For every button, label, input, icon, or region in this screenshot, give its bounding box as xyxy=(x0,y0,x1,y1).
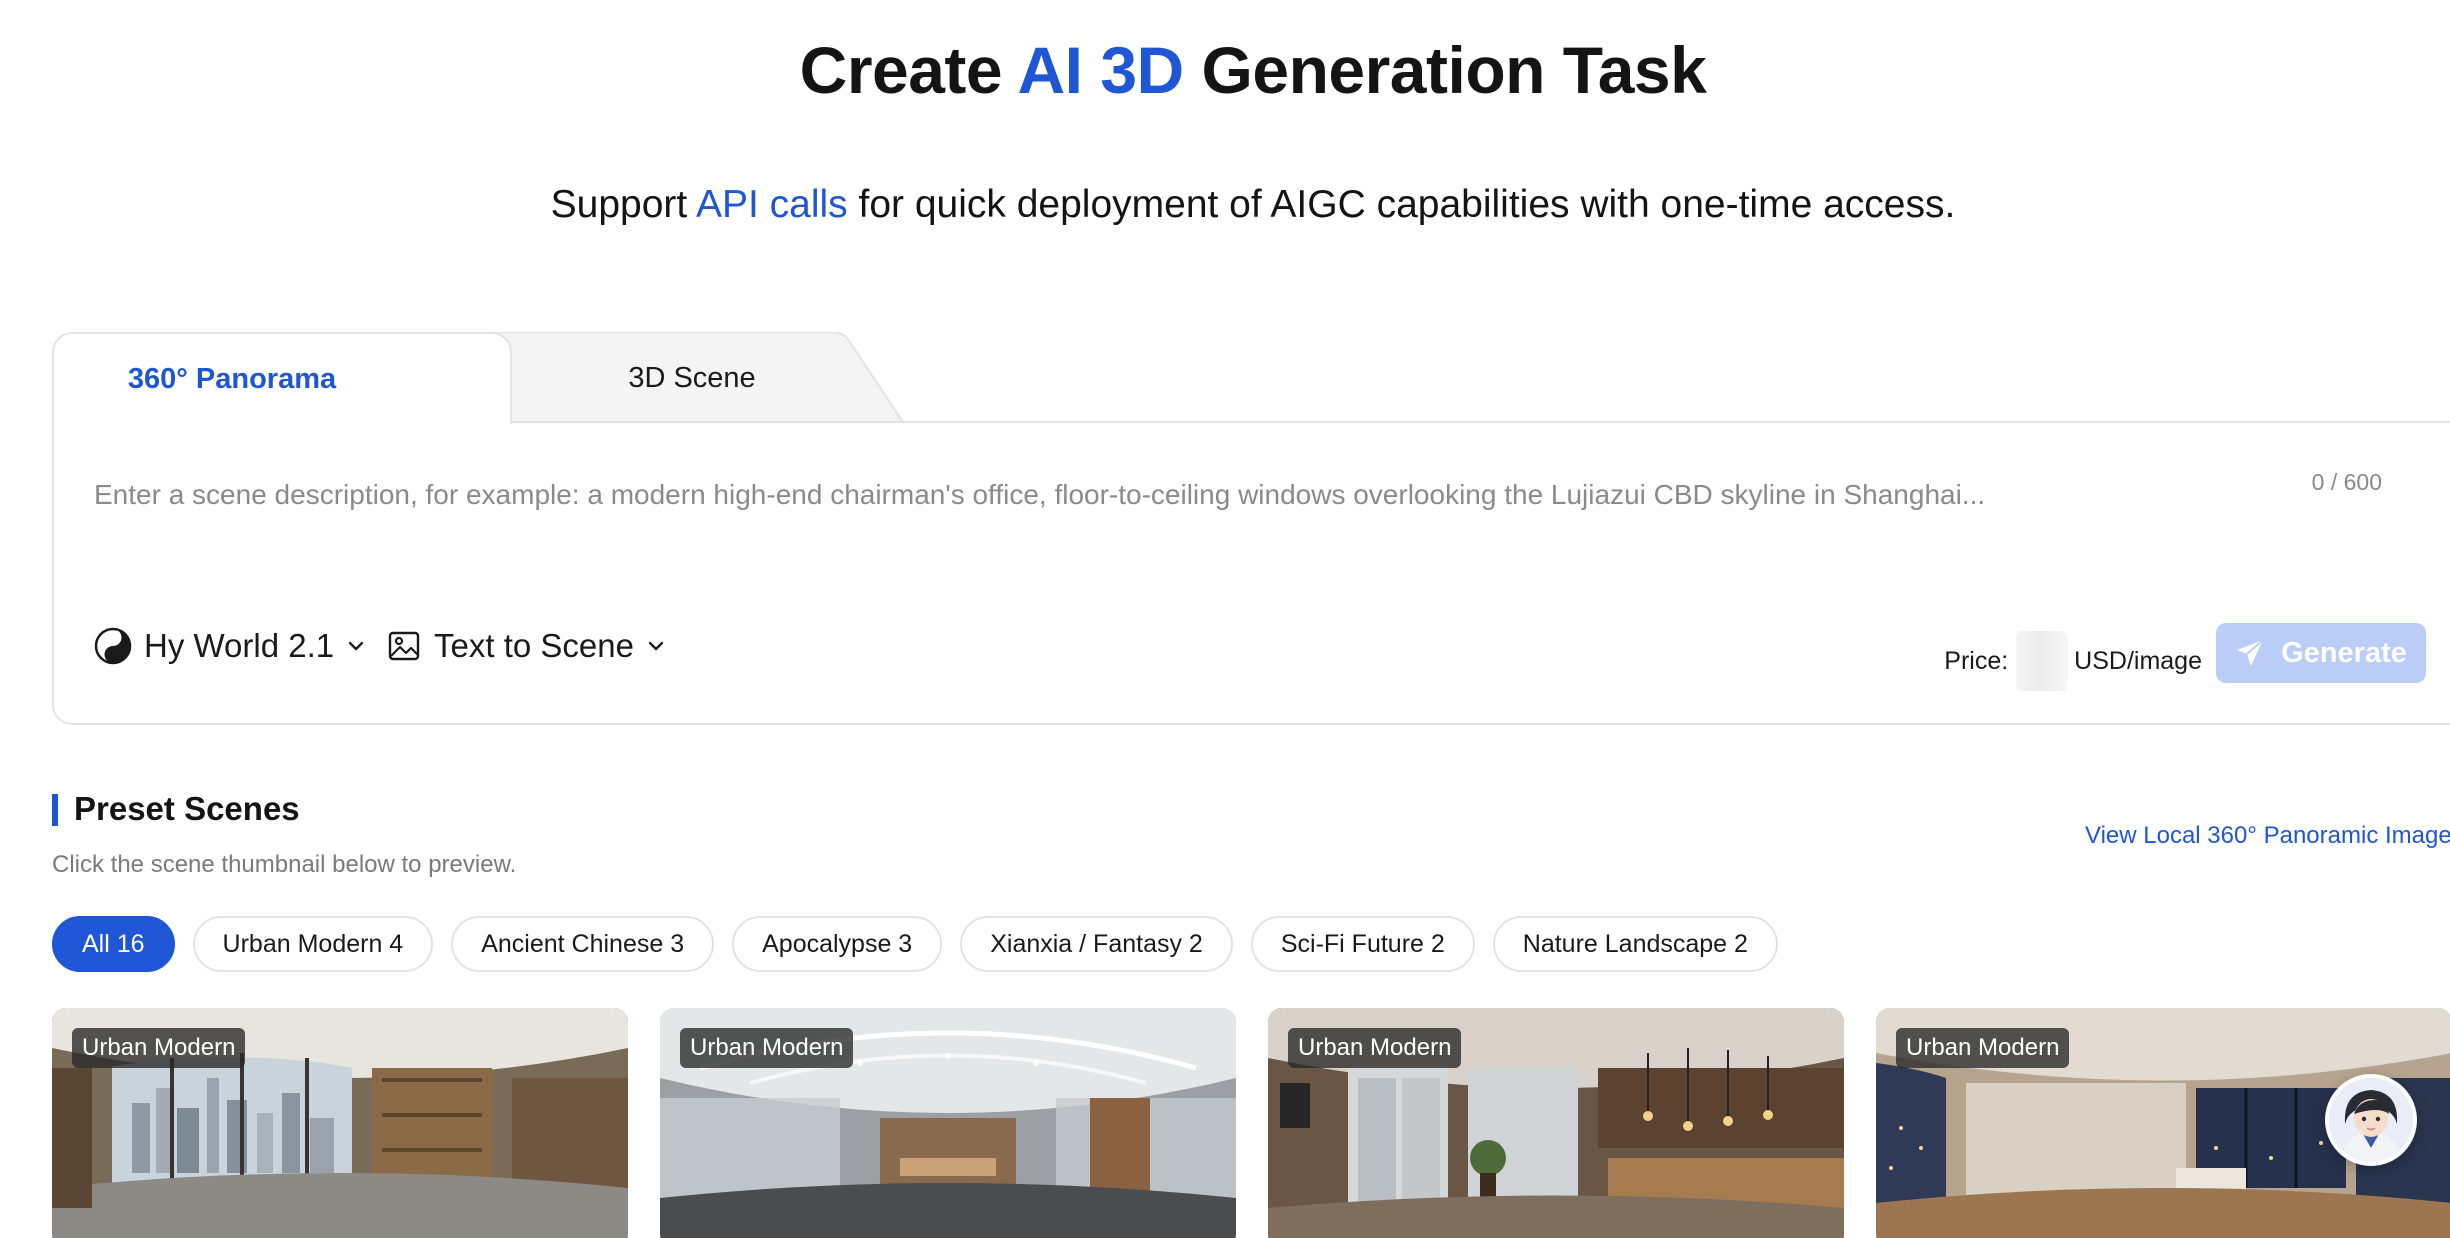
scene-card[interactable]: Urban Modern xyxy=(1268,1008,1844,1238)
title-prefix: Create xyxy=(799,33,1018,107)
page-title: Create AI 3D Generation Task xyxy=(0,32,2450,108)
image-icon xyxy=(388,631,420,661)
api-calls-highlight: API calls xyxy=(695,183,848,226)
scene-card[interactable]: Urban Modern xyxy=(660,1008,1236,1238)
scene-card[interactable]: Urban Modern xyxy=(52,1008,628,1238)
generate-label: Generate xyxy=(2281,636,2407,669)
filter-nature-landscape[interactable]: Nature Landscape 2 xyxy=(1492,916,1778,972)
hy-world-logo-icon xyxy=(94,627,132,665)
filter-ancient-chinese[interactable]: Ancient Chinese 3 xyxy=(451,916,715,972)
mode-tabs: 360° Panorama 3D Scene xyxy=(52,332,906,424)
title-suffix: Generation Task xyxy=(1183,33,1707,107)
title-accent: AI 3D xyxy=(1017,33,1185,107)
send-icon xyxy=(2237,639,2264,666)
generation-mode-dropdown[interactable]: Text to Scene xyxy=(388,627,666,665)
subtitle-suffix: for quick deployment of AIGC capabilitie… xyxy=(847,183,1956,226)
filter-apocalypse[interactable]: Apocalypse 3 xyxy=(732,916,943,972)
prompt-composer: 0 / 600 Hy World 2.1 Text to Scene Price… xyxy=(52,421,2450,725)
model-dropdown[interactable]: Hy World 2.1 xyxy=(94,627,366,665)
assistant-avatar-button[interactable] xyxy=(2325,1074,2417,1166)
tab-label: 360° Panorama xyxy=(127,362,337,395)
scene-filter-chips: All 16 Urban Modern 4 Ancient Chinese 3 … xyxy=(52,916,1778,972)
subtitle-prefix: Support xyxy=(550,183,696,226)
price-unit: USD/image xyxy=(2074,646,2202,675)
scene-category-tag: Urban Modern xyxy=(680,1028,854,1068)
chevron-down-icon xyxy=(348,641,364,651)
generate-button[interactable]: Generate xyxy=(2216,623,2426,683)
preset-scenes-heading: Preset Scenes xyxy=(74,790,300,827)
preset-hint: Click the scene thumbnail below to previ… xyxy=(52,851,517,878)
page-subtitle: Support API calls for quick deployment o… xyxy=(0,183,2450,227)
scene-category-tag: Urban Modern xyxy=(1288,1028,1462,1068)
mode-name: Text to Scene xyxy=(434,627,634,664)
tab-3d-scene[interactable]: 3D Scene xyxy=(452,332,952,424)
price-value-redacted xyxy=(2016,631,2069,691)
filter-all[interactable]: All 16 xyxy=(52,916,175,972)
filter-urban-modern[interactable]: Urban Modern 4 xyxy=(192,916,434,972)
filter-xianxia-fantasy[interactable]: Xianxia / Fantasy 2 xyxy=(960,916,1233,972)
char-count: 0 / 600 xyxy=(2311,469,2382,495)
tab-360-panorama[interactable]: 360° Panorama xyxy=(52,332,512,424)
scene-category-tag: Urban Modern xyxy=(72,1028,246,1068)
tab-label: 3D Scene xyxy=(628,361,756,394)
price-info: Price: USD/image xyxy=(1944,631,2202,691)
chevron-down-icon xyxy=(648,641,664,651)
scene-category-tag: Urban Modern xyxy=(1896,1028,2070,1068)
price-label: Price: xyxy=(1944,646,2009,675)
assistant-avatar xyxy=(2329,1078,2413,1162)
section-accent-bar xyxy=(52,794,58,826)
scene-description-input[interactable] xyxy=(94,465,2294,525)
filter-sci-fi-future[interactable]: Sci-Fi Future 2 xyxy=(1250,916,1475,972)
model-name: Hy World 2.1 xyxy=(144,627,335,664)
view-local-panorama-link[interactable]: View Local 360° Panoramic Image xyxy=(2085,822,2450,850)
